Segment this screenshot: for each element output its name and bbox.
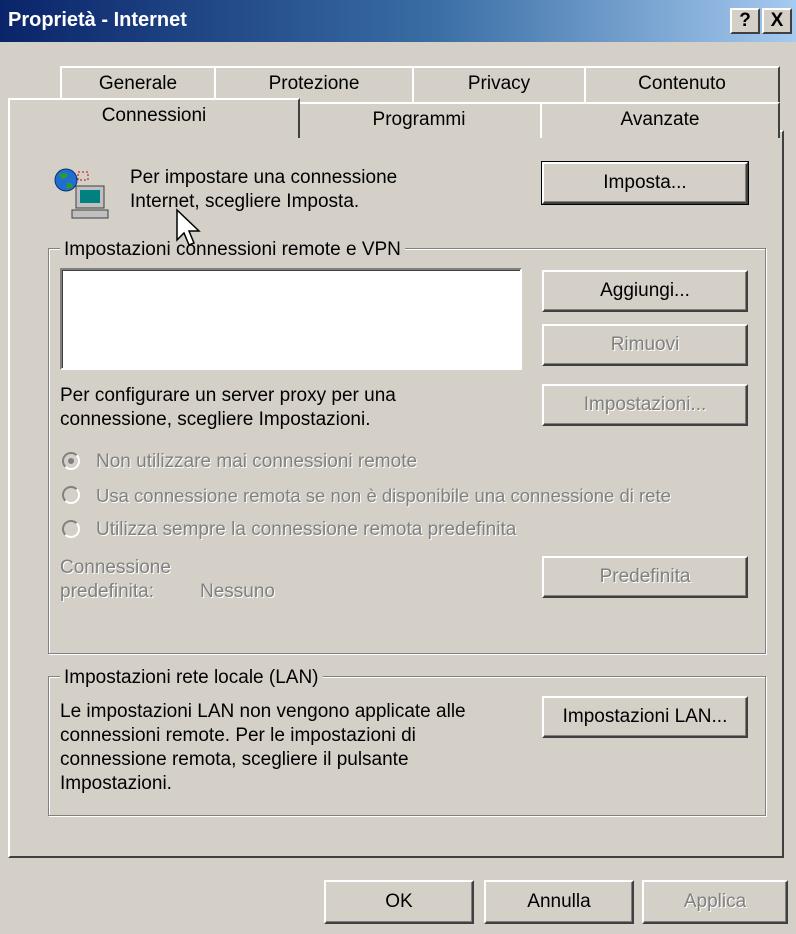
tab-avanzate[interactable]: Avanzate — [540, 102, 780, 138]
tab-programmi[interactable]: Programmi — [296, 102, 542, 138]
proxy-text-line2: connessione, scegliere Impostazioni. — [60, 409, 371, 430]
tab-generale[interactable]: Generale — [60, 66, 216, 102]
radio-always-dial-label: Utilizza sempre la connessione remota pr… — [96, 519, 517, 540]
radio-never-dial-label: Non utilizzare mai connessioni remote — [96, 451, 418, 472]
tab-protezione[interactable]: Protezione — [214, 66, 414, 102]
setup-text-line2: Internet, scegliere Imposta. — [130, 191, 360, 212]
help-button[interactable]: ? — [730, 8, 760, 34]
tab-contenuto[interactable]: Contenuto — [584, 66, 780, 102]
default-connection-label-line1: Connessione — [60, 557, 171, 578]
remote-group-legend: Impostazioni connessioni remote e VPN — [60, 238, 405, 261]
settings-button[interactable]: Impostazioni... — [542, 384, 748, 426]
lan-text-line1: Le impostazioni LAN non vengono applicat… — [60, 701, 466, 722]
default-button[interactable]: Predefinita — [542, 556, 748, 598]
remove-button[interactable]: Rimuovi — [542, 324, 748, 366]
lan-settings-button[interactable]: Impostazioni LAN... — [542, 696, 748, 738]
radio-dial-when-no-network[interactable] — [62, 486, 80, 504]
title-bar: Proprietà - Internet ? X — [0, 0, 796, 42]
radio-always-dial[interactable] — [62, 520, 80, 538]
proxy-text-line1: Per configurare un server proxy per una — [60, 385, 396, 406]
setup-text-line1: Per impostare una connessione — [130, 167, 398, 188]
add-button[interactable]: Aggiungi... — [542, 270, 748, 312]
lan-text-line4: Impostazioni. — [60, 773, 172, 794]
lan-text-line3: connessione remota, scegliere il pulsant… — [60, 749, 409, 770]
default-connection-value: Nessuno — [200, 581, 275, 602]
window-title: Proprietà - Internet — [8, 9, 187, 31]
radio-dial-when-no-network-label: Usa connessione remota se non è disponib… — [96, 485, 671, 506]
connections-listbox[interactable] — [60, 268, 522, 370]
lan-group-legend: Impostazioni rete locale (LAN) — [60, 666, 323, 689]
default-connection-label-line2: predefinita: — [60, 581, 155, 602]
globe-computer-icon — [52, 166, 116, 232]
tab-connessioni[interactable]: Connessioni — [8, 98, 300, 138]
lan-text-line2: connessioni remote. Per le impostazioni … — [60, 725, 416, 746]
close-button[interactable]: X — [762, 8, 792, 34]
cancel-button[interactable]: Annulla — [484, 880, 634, 924]
radio-never-dial[interactable] — [62, 452, 80, 470]
apply-button[interactable]: Applica — [642, 880, 788, 924]
mouse-pointer-icon — [175, 208, 203, 254]
imposta-button[interactable]: Imposta... — [541, 161, 749, 205]
ok-button[interactable]: OK — [324, 880, 474, 924]
tab-privacy[interactable]: Privacy — [412, 66, 586, 102]
